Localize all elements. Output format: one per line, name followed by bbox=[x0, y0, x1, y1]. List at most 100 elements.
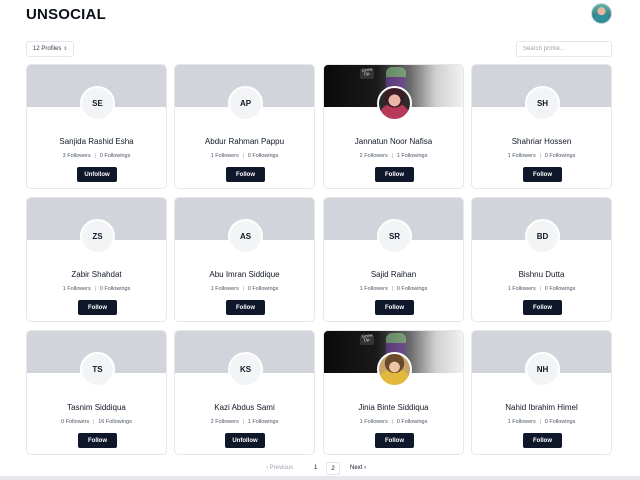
unfollow-button[interactable]: Unfollow bbox=[77, 167, 117, 182]
stats-divider bbox=[391, 419, 393, 424]
toolbar: 12 Profiles ⇕ bbox=[0, 41, 640, 57]
profile-card: Grow Up Jannatun Noor Nafisa 2 Followers… bbox=[323, 64, 464, 189]
follow-button[interactable]: Follow bbox=[375, 300, 414, 315]
profile-stats: 1 Followers 0 Followings bbox=[472, 153, 611, 159]
followers-count: 1 Followers bbox=[507, 419, 536, 425]
followers-count: 1 Followers bbox=[62, 286, 91, 292]
follow-button[interactable]: Follow bbox=[375, 167, 414, 182]
follow-button[interactable]: Follow bbox=[226, 167, 265, 182]
profile-name[interactable]: Jinia Binte Siddiqua bbox=[324, 403, 463, 412]
user-avatar[interactable] bbox=[591, 3, 612, 24]
profile-stats: 1 Followers 0 Followings bbox=[324, 419, 463, 425]
cover-artwork: Grow Up bbox=[361, 66, 373, 77]
profile-stats: 3 Followers 0 Followings bbox=[27, 153, 166, 159]
follow-button[interactable]: Follow bbox=[226, 300, 265, 315]
followings-count: 16 Followings bbox=[98, 419, 132, 425]
profile-card: SR Sajid Raihan 1 Followers 0 Followings … bbox=[323, 197, 464, 322]
followings-count: 0 Followings bbox=[99, 153, 131, 159]
search-input[interactable] bbox=[516, 41, 612, 57]
follow-button[interactable]: Follow bbox=[523, 300, 562, 315]
followers-count: 2 Followers bbox=[210, 419, 239, 425]
followings-count: 1 Followings bbox=[247, 419, 279, 425]
profile-name[interactable]: Zabir Shahdat bbox=[27, 270, 166, 279]
avatar[interactable]: SH bbox=[525, 86, 560, 121]
app-logo[interactable]: UNSOCIAL bbox=[26, 6, 106, 23]
avatar[interactable]: SR bbox=[377, 219, 412, 254]
previous-page-button[interactable]: ‹ Previous bbox=[266, 465, 293, 471]
profile-name[interactable]: Kazi Abdus Sami bbox=[175, 403, 314, 412]
followers-count: 1 Followers bbox=[359, 286, 388, 292]
followers-count: 3 Followers bbox=[62, 153, 91, 159]
profile-stats: 1 Followers 0 Followings bbox=[324, 286, 463, 292]
profile-card: Grow Up Jinia Binte Siddiqua 1 Followers… bbox=[323, 330, 464, 455]
profile-name[interactable]: Jannatun Noor Nafisa bbox=[324, 137, 463, 146]
avatar[interactable]: AP bbox=[228, 86, 263, 121]
followings-count: 0 Followings bbox=[247, 153, 279, 159]
followers-count: 1 Followers bbox=[210, 153, 239, 159]
follow-button[interactable]: Follow bbox=[78, 300, 117, 315]
bottom-bar bbox=[0, 476, 640, 480]
profile-card: SH Shahriar Hossen 1 Followers 0 Followin… bbox=[471, 64, 612, 189]
profile-card: AP Abdur Rahman Pappu 1 Followers 0 Follo… bbox=[174, 64, 315, 189]
profile-card: AS Abu Imran Siddique 1 Followers 0 Follo… bbox=[174, 197, 315, 322]
page-2-button[interactable]: 2 bbox=[326, 462, 340, 475]
profile-stats: 0 Followers 16 Followings bbox=[27, 419, 166, 425]
followers-count: 2 Followers bbox=[359, 153, 388, 159]
follow-button[interactable]: Follow bbox=[78, 433, 117, 448]
cover-artwork: Grow Up bbox=[361, 332, 373, 343]
profile-stats: 1 Followers 0 Followings bbox=[175, 286, 314, 292]
avatar[interactable]: ZS bbox=[80, 219, 115, 254]
profile-count-select[interactable]: 12 Profiles ⇕ bbox=[26, 41, 74, 57]
profile-name[interactable]: Bishnu Dutta bbox=[472, 270, 611, 279]
avatar[interactable]: KS bbox=[228, 352, 263, 387]
followers-count: 1 Followers bbox=[359, 419, 388, 425]
profile-card: ZS Zabir Shahdat 1 Followers 0 Followings… bbox=[26, 197, 167, 322]
page-1-button[interactable]: 1 bbox=[314, 465, 317, 471]
followers-count: 1 Followers bbox=[507, 286, 536, 292]
followers-count: 0 Followers bbox=[61, 419, 90, 425]
profile-card: BD Bishnu Dutta 1 Followers 0 Followings … bbox=[471, 197, 612, 322]
avatar[interactable]: NH bbox=[525, 352, 560, 387]
profile-name[interactable]: Sanjida Rashid Esha bbox=[27, 137, 166, 146]
profile-name[interactable]: Abdur Rahman Pappu bbox=[175, 137, 314, 146]
followers-count: 1 Followers bbox=[210, 286, 239, 292]
followings-count: 1 Followings bbox=[396, 153, 428, 159]
stats-divider bbox=[539, 419, 541, 424]
profile-stats: 1 Followers 0 Followings bbox=[472, 286, 611, 292]
avatar-photo[interactable] bbox=[377, 352, 412, 387]
pagination: ‹ Previous 1 2 Next › bbox=[0, 462, 640, 475]
followings-count: 0 Followings bbox=[247, 286, 279, 292]
stats-divider bbox=[391, 286, 393, 291]
profile-card: TS Tasnim Siddiqua 0 Followers 16 Followi… bbox=[26, 330, 167, 455]
follow-button[interactable]: Follow bbox=[523, 433, 562, 448]
profile-stats: 2 Followers 1 Followings bbox=[324, 153, 463, 159]
next-page-button[interactable]: Next › bbox=[350, 465, 366, 471]
profile-count-label: 12 Profiles bbox=[33, 46, 62, 52]
stats-divider bbox=[242, 286, 244, 291]
stats-divider bbox=[539, 286, 541, 291]
avatar[interactable]: AS bbox=[228, 219, 263, 254]
unfollow-button[interactable]: Unfollow bbox=[225, 433, 265, 448]
profile-stats: 1 Followers 0 Followings bbox=[175, 153, 314, 159]
avatar[interactable]: BD bbox=[525, 219, 560, 254]
profile-name[interactable]: Tasnim Siddiqua bbox=[27, 403, 166, 412]
profile-grid: SE Sanjida Rashid Esha 3 Followers 0 Foll… bbox=[26, 64, 613, 456]
avatar[interactable]: TS bbox=[80, 352, 115, 387]
followings-count: 0 Followings bbox=[396, 286, 428, 292]
avatar[interactable]: SE bbox=[80, 86, 115, 121]
follow-button[interactable]: Follow bbox=[375, 433, 414, 448]
follow-button[interactable]: Follow bbox=[523, 167, 562, 182]
stats-divider bbox=[539, 153, 541, 158]
stats-divider bbox=[94, 286, 96, 291]
profile-card: SE Sanjida Rashid Esha 3 Followers 0 Foll… bbox=[26, 64, 167, 189]
stats-divider bbox=[391, 153, 393, 158]
avatar-photo[interactable] bbox=[377, 86, 412, 121]
app-header: UNSOCIAL bbox=[0, 0, 640, 30]
stats-divider bbox=[94, 153, 96, 158]
profile-name[interactable]: Abu Imran Siddique bbox=[175, 270, 314, 279]
stats-divider bbox=[242, 419, 244, 424]
profile-name[interactable]: Nahid Ibrahim Himel bbox=[472, 403, 611, 412]
profile-name[interactable]: Shahriar Hossen bbox=[472, 137, 611, 146]
profile-card: KS Kazi Abdus Sami 2 Followers 1 Followin… bbox=[174, 330, 315, 455]
profile-name[interactable]: Sajid Raihan bbox=[324, 270, 463, 279]
